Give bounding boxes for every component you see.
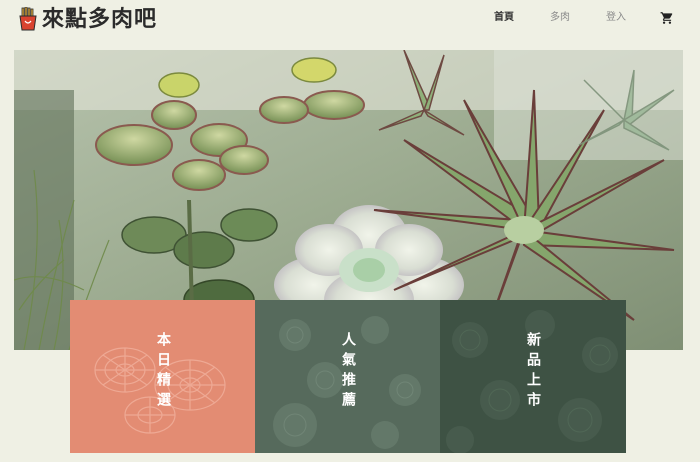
category-cards: 本日精選 人氣推薦 新品上市 <box>70 300 626 453</box>
card-title-daily-picks: 本日精選 <box>155 332 171 412</box>
cart-icon[interactable] <box>660 11 674 25</box>
nav-menu: 首頁 多肉 登入 <box>458 10 674 26</box>
card-title-new-arrivals: 新品上市 <box>525 332 541 412</box>
brand-name: 來點多肉吧 <box>42 6 158 32</box>
card-daily-picks[interactable]: 本日精選 <box>70 300 256 453</box>
nav-succulents-link[interactable]: 多肉 <box>550 10 570 26</box>
nav-login-link[interactable]: 登入 <box>606 10 626 26</box>
navbar: 來點多肉吧 首頁 多肉 登入 <box>0 0 700 38</box>
brand-logo-link[interactable]: 來點多肉吧 <box>18 5 157 33</box>
fries-box-icon <box>19 7 37 31</box>
nav-home-link[interactable]: 首頁 <box>494 10 514 26</box>
card-new-arrivals[interactable]: 新品上市 <box>440 300 626 453</box>
card-title-popular: 人氣推薦 <box>340 332 356 412</box>
card-popular[interactable]: 人氣推薦 <box>255 300 441 453</box>
